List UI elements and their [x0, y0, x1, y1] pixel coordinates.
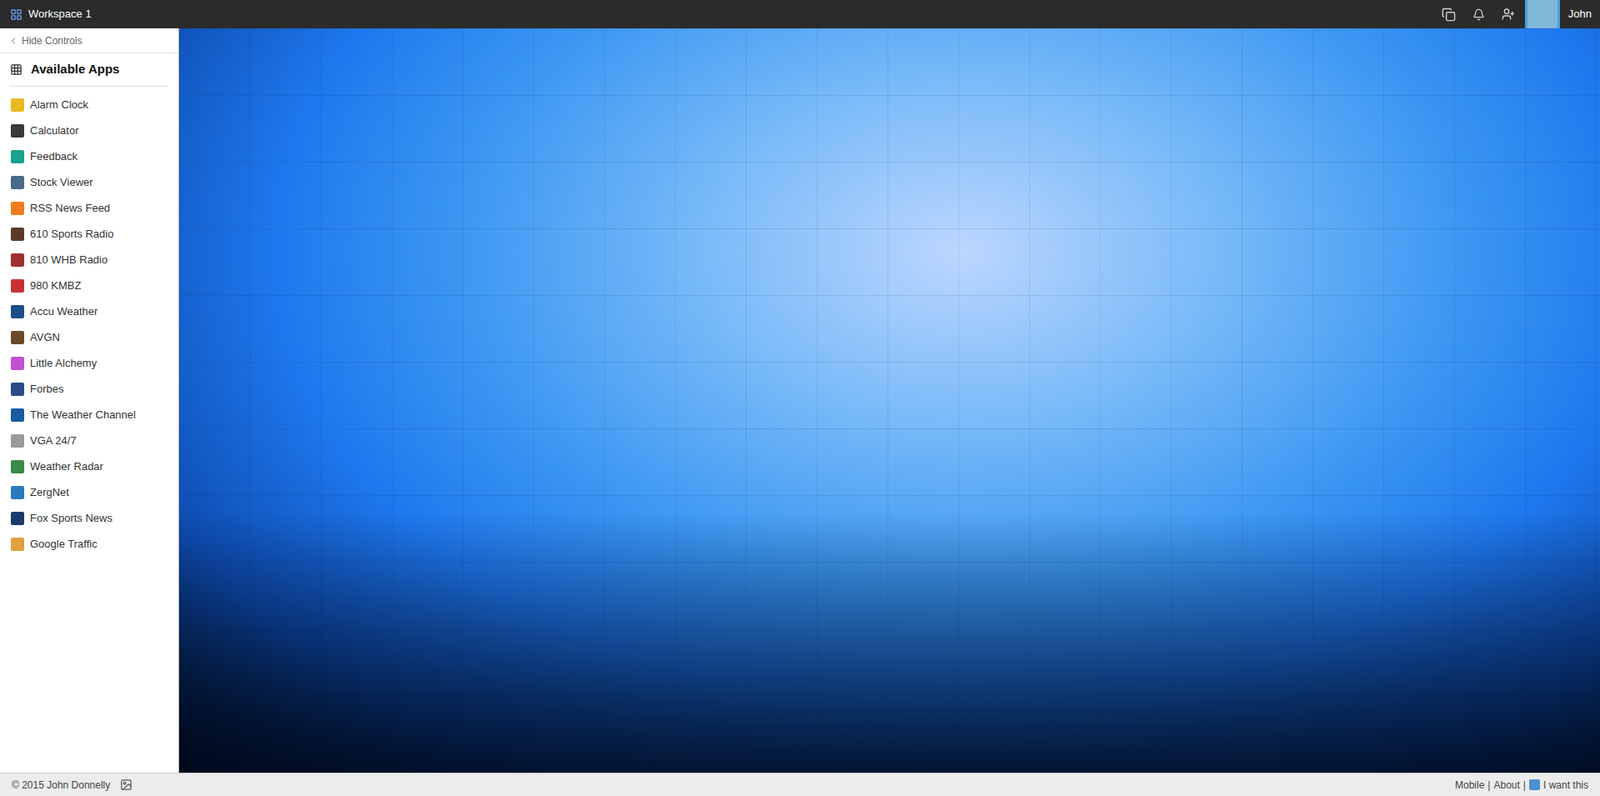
sidebar-header: Available Apps	[10, 60, 169, 87]
chevron-left-icon	[8, 35, 19, 46]
footer-link[interactable]: I want this	[1543, 777, 1589, 793]
windows-icon[interactable]	[1441, 7, 1456, 22]
app-icon	[10, 305, 25, 319]
sidebar-item[interactable]: 980 KMBZ	[0, 273, 179, 300]
top-bar: Workspace 1 John	[0, 0, 1600, 29]
sidebar-item[interactable]: Forbes	[0, 376, 179, 403]
apps-grid-icon	[10, 63, 23, 76]
sidebar-item[interactable]: The Weather Channel	[0, 402, 179, 429]
app: Workspace 1 John Hide Controls Available Ap…	[0, 0, 1600, 796]
sidebar-item[interactable]: Calculator	[0, 118, 179, 145]
sidebar-item[interactable]: Feedback	[0, 144, 179, 170]
background-image-icon[interactable]	[120, 778, 133, 791]
app-icon	[10, 150, 25, 164]
app-icon	[10, 356, 25, 370]
app-icon	[10, 227, 25, 241]
hide-controls[interactable]: Hide Controls	[0, 28, 179, 54]
sidebar-item[interactable]: Google Traffic	[0, 531, 179, 558]
workspace-canvas	[179, 28, 1600, 773]
sidebar-item[interactable]: VGA 24/7	[0, 428, 179, 455]
sidebar-item[interactable]: 610 Sports Radio	[0, 221, 179, 248]
app-icon	[10, 279, 25, 293]
user-add-icon[interactable]	[1501, 7, 1515, 21]
app-icon	[10, 408, 25, 422]
app-icon	[10, 201, 25, 215]
sidebar-item[interactable]: Alarm Clock	[0, 92, 179, 119]
app-list: Alarm ClockCalculatorFeedbackStock Viewe…	[0, 92, 179, 558]
app-icon	[10, 485, 25, 500]
sidebar-item[interactable]: RSS News Feed	[0, 195, 179, 222]
sidebar-item[interactable]: Stock Viewer	[0, 170, 179, 196]
sidebar-item[interactable]: Accu Weather	[0, 299, 179, 325]
footer-link[interactable]: About	[1493, 777, 1520, 793]
app-icon	[10, 537, 25, 551]
want-icon	[1529, 779, 1540, 790]
sidebar-item[interactable]: ZergNet	[0, 480, 179, 506]
workspace-grid-icon	[10, 8, 23, 21]
app-icon	[10, 511, 25, 525]
copyright: © 2015 John Donnelly	[11, 777, 110, 793]
app-icon	[10, 253, 25, 267]
sidebar-item[interactable]: Weather Radar	[0, 454, 179, 480]
app-icon	[10, 460, 25, 474]
workspace-title[interactable]: Workspace 1	[10, 5, 92, 23]
app-icon	[10, 175, 25, 190]
sidebar-item[interactable]: AVGN	[0, 325, 179, 351]
sidebar: Hide Controls Available Apps Alarm ClockCa…	[0, 28, 180, 773]
app-icon	[10, 330, 25, 345]
sidebar-item[interactable]: 810 WHB Radio	[0, 247, 179, 274]
app-icon	[10, 124, 25, 138]
app-icon	[10, 434, 25, 448]
sidebar-item[interactable]: Little Alchemy	[0, 350, 179, 377]
sidebar-item[interactable]: Fox Sports News	[0, 505, 179, 532]
app-icon	[10, 382, 25, 396]
status-bar: © 2015 John DonnellyMobile|About|I want …	[0, 772, 1600, 796]
separator: |	[1487, 777, 1490, 793]
avatar[interactable]	[1525, 0, 1560, 29]
footer-link[interactable]: Mobile	[1455, 777, 1485, 793]
user-name[interactable]: John	[1560, 5, 1600, 23]
separator: |	[1523, 777, 1526, 793]
app-icon	[10, 98, 25, 112]
bell-icon[interactable]	[1472, 8, 1485, 21]
